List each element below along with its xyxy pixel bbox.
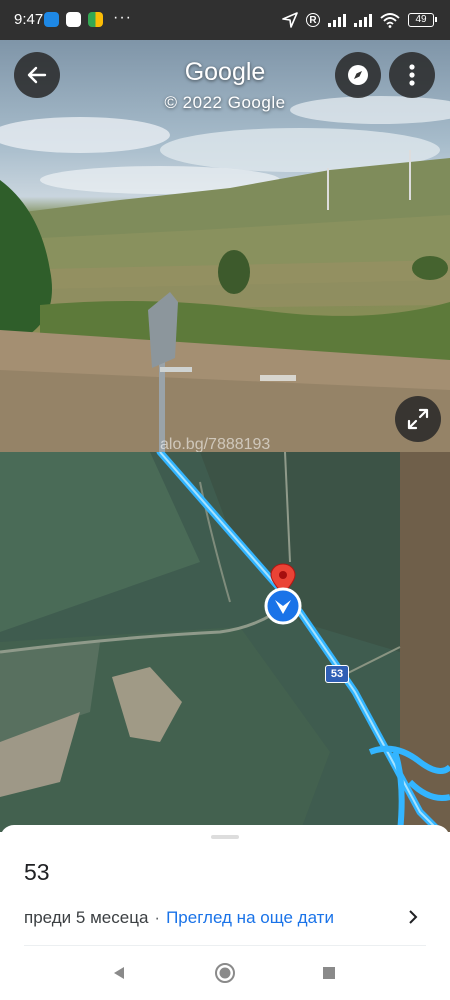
more-options-button[interactable]: [389, 52, 435, 98]
road-title: 53: [24, 859, 50, 885]
triangle-back-icon: [114, 967, 124, 979]
location-marker[interactable]: [262, 562, 304, 626]
more-vert-icon: [409, 64, 415, 86]
home-circle-icon: [215, 963, 235, 983]
more-dates-link[interactable]: Преглед на още дати: [166, 908, 334, 927]
watermark-text: alo.bg/7888193: [160, 436, 271, 452]
nav-recents-button[interactable]: [316, 960, 342, 986]
square-recents-icon: [323, 967, 335, 979]
more-notifications-icon: ···: [113, 9, 132, 26]
road-shield-label: 53: [325, 665, 349, 683]
registered-icon: R: [306, 13, 320, 27]
chevron-right-icon[interactable]: [406, 909, 420, 925]
nav-back-button[interactable]: [106, 960, 132, 986]
bottom-sheet[interactable]: 53 преди 5 месеца · Преглед на още дати: [0, 825, 450, 945]
compass-icon: [348, 65, 368, 85]
battery-icon: 49: [408, 13, 437, 27]
street-view-copyright: © 2022 Google: [164, 93, 286, 112]
drag-handle[interactable]: [211, 835, 239, 839]
satellite-map[interactable]: [0, 452, 450, 832]
expand-icon: [407, 408, 429, 430]
ago-number: 5: [75, 908, 86, 927]
wifi-icon: [380, 13, 400, 28]
status-time: 9:47: [14, 11, 44, 28]
street-view-title: Google: [184, 58, 266, 86]
compass-button[interactable]: [335, 52, 381, 98]
street-view-panorama[interactable]: Google © 2022 Google alo.bg/7888193: [0, 40, 450, 452]
signal-icon-1: [328, 13, 346, 27]
separator-dot: ·: [154, 908, 161, 927]
app-icon: [88, 12, 103, 27]
status-bar: 9:47 ··· R 49: [0, 0, 450, 40]
capture-date-row: преди 5 месеца · Преглед на още дати: [24, 908, 334, 928]
messenger-icon: [44, 12, 59, 27]
location-icon: [282, 12, 298, 28]
system-nav-bar: [0, 946, 450, 1000]
nav-home-button[interactable]: [212, 960, 238, 986]
expand-button[interactable]: [395, 396, 441, 442]
ago-unit: месеца: [90, 908, 149, 927]
ago-prefix: преди: [24, 908, 72, 927]
signal-icon-2: [354, 13, 372, 27]
map-imagery: [0, 452, 450, 832]
news-app-icon: [66, 12, 81, 27]
